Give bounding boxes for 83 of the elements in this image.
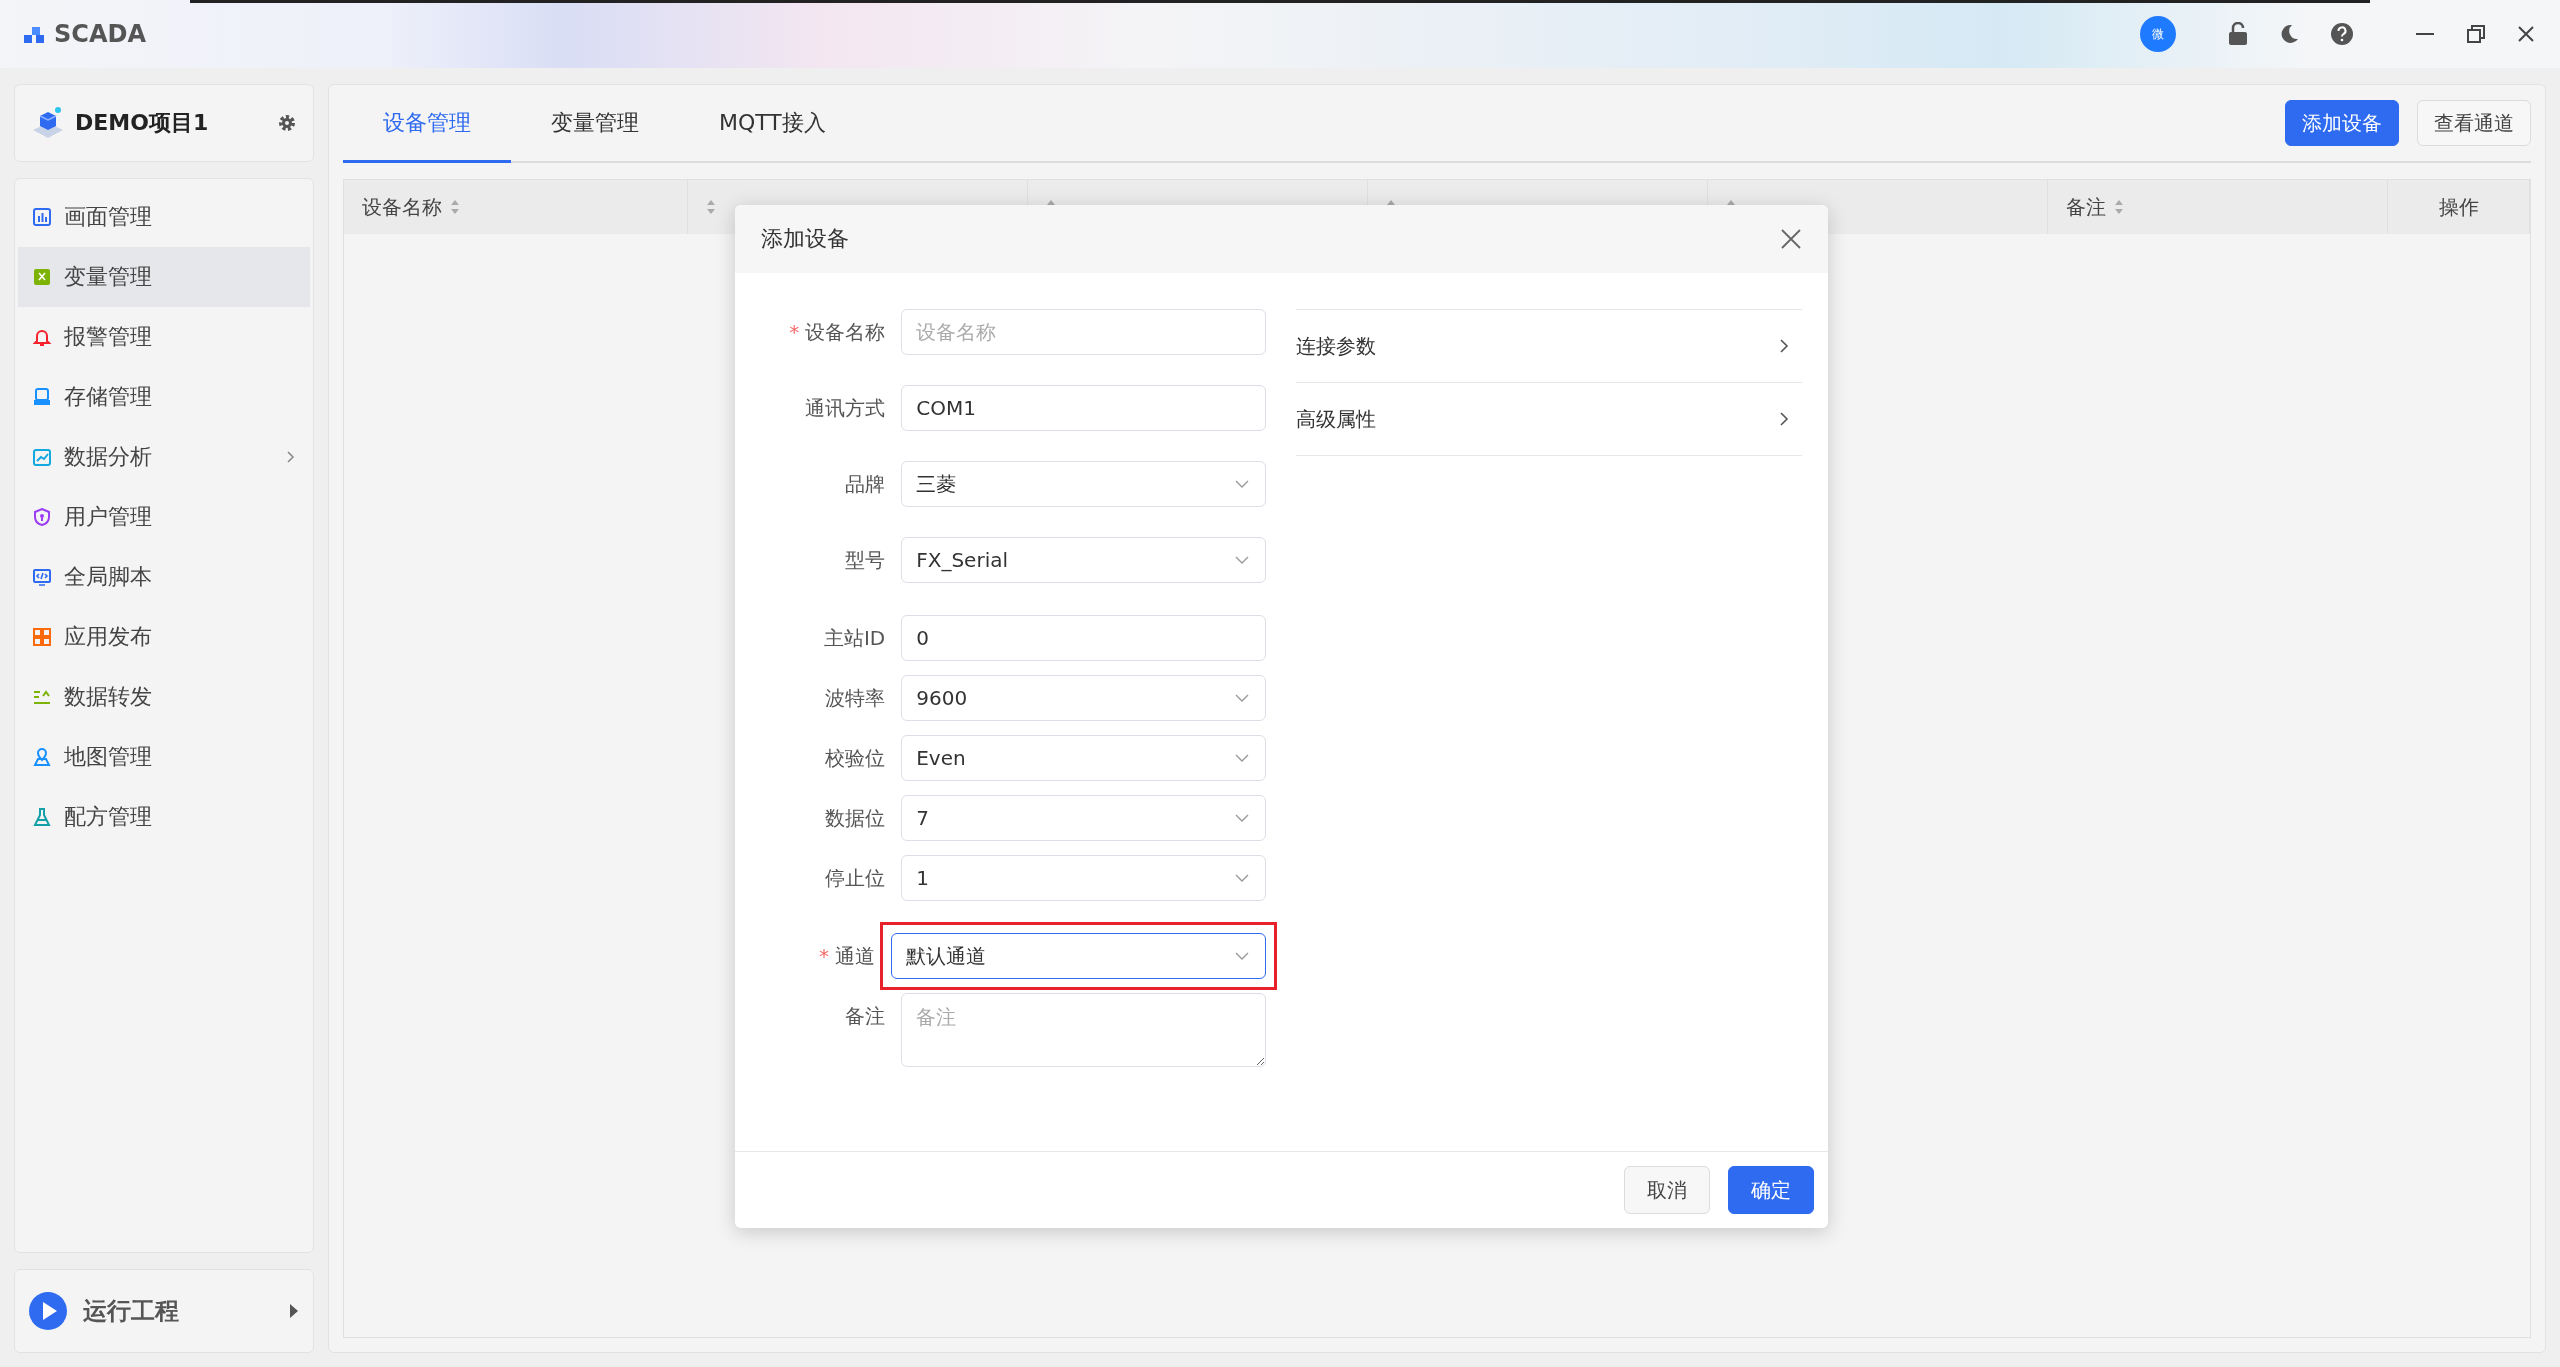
input-field[interactable]: 0 [901,615,1266,661]
select-field[interactable]: 7 [901,795,1266,841]
sidebar-label: 配方管理 [64,803,153,831]
sidebar-label: 报警管理 [64,323,153,351]
column-header[interactable]: 操作 [2388,180,2530,234]
select-field[interactable]: 三菱 [901,461,1266,507]
sidebar-label: 数据转发 [64,683,153,711]
restore-icon[interactable] [2466,24,2486,44]
field-label: 型号 [844,546,886,574]
collapsible-section[interactable]: 连接参数 [1296,309,1802,382]
column-header[interactable]: 设备名称 [344,180,688,234]
column-header[interactable]: 备注 [2048,180,2388,234]
map-pin-icon [32,747,52,767]
project-name: DEMO项目1 [75,109,210,137]
select-field[interactable]: FX_Serial [901,537,1266,583]
sidebar-item[interactable]: 报警管理 [18,307,310,367]
sidebar-label: 变量管理 [64,263,153,291]
field-label: 校验位 [824,744,886,772]
view-channels-button[interactable]: 查看通道 [2417,100,2531,146]
sidebar-label: 全局脚本 [64,563,153,591]
chevron-right-icon [1778,410,1790,428]
select-field[interactable]: 1 [901,855,1266,901]
spreadsheet-icon [32,267,52,287]
flask-icon [32,807,52,827]
triangle-right-icon [289,1303,299,1319]
field-label: 波特率 [824,684,886,712]
tab[interactable]: 设备管理 [343,85,511,163]
chevron-right-icon [1778,337,1790,355]
bell-icon [32,327,52,347]
field-label: 主站ID [822,624,886,652]
user-avatar[interactable]: 微 [2140,16,2176,52]
storage-icon [32,387,52,407]
select-field[interactable]: 默认通道 [891,933,1266,979]
settings-icon[interactable] [277,113,297,133]
close-icon[interactable] [1780,228,1802,250]
add-device-button[interactable]: 添加设备 [2285,100,2399,146]
sidebar-label: 用户管理 [64,503,153,531]
confirm-button[interactable]: 确定 [1728,1166,1814,1214]
textarea-field[interactable]: 备注 [901,993,1266,1067]
sidebar-item[interactable]: 配方管理 [18,787,310,847]
field-label: 数据位 [824,804,886,832]
sidebar-item[interactable]: 全局脚本 [18,547,310,607]
sidebar-label: 画面管理 [64,203,153,231]
tab[interactable]: MQTT接入 [679,85,866,163]
sidebar-item[interactable]: 地图管理 [18,727,310,787]
tab[interactable]: 变量管理 [511,85,679,163]
sidebar-item[interactable]: 用户管理 [18,487,310,547]
app-title: SCADA [54,20,146,48]
field-label: 通讯方式 [804,394,886,422]
sidebar-label: 地图管理 [64,743,153,771]
sidebar-item[interactable]: 画面管理 [18,187,310,247]
sidebar-label: 应用发布 [64,623,153,651]
play-icon [29,1292,67,1330]
collapsible-section[interactable]: 高级属性 [1296,382,1802,456]
cancel-button[interactable]: 取消 [1624,1166,1710,1214]
close-icon[interactable] [2516,24,2536,44]
line-chart-icon [32,447,52,467]
lock-icon[interactable] [2228,22,2248,46]
bar-chart-icon [32,207,52,227]
grid-icon [32,627,52,647]
field-label: * 设备名称 [788,318,886,346]
run-project-button[interactable]: 运行工程 [14,1269,314,1353]
dialog-title: 添加设备 [761,225,850,253]
input-field[interactable]: 设备名称 [901,309,1266,355]
field-label: 品牌 [844,470,886,498]
code-monitor-icon [32,567,52,587]
cube-icon [31,106,65,140]
help-icon[interactable] [2330,22,2354,46]
select-field[interactable]: 9600 [901,675,1266,721]
sidebar-label: 数据分析 [64,443,153,471]
select-field[interactable]: Even [901,735,1266,781]
input-field[interactable]: COM1 [901,385,1266,431]
field-label: 停止位 [824,864,886,892]
sidebar-label: 存储管理 [64,383,153,411]
shield-icon [32,507,52,527]
field-label: 备注 [844,1003,886,1030]
sidebar-item[interactable]: 存储管理 [18,367,310,427]
field-label: * 通道 [818,942,875,970]
chevron-right-icon [286,450,296,464]
sidebar-item[interactable]: 数据转发 [18,667,310,727]
sidebar-item[interactable]: 应用发布 [18,607,310,667]
sidebar-item[interactable]: 数据分析 [18,427,310,487]
sidebar-item[interactable]: 变量管理 [18,247,310,307]
